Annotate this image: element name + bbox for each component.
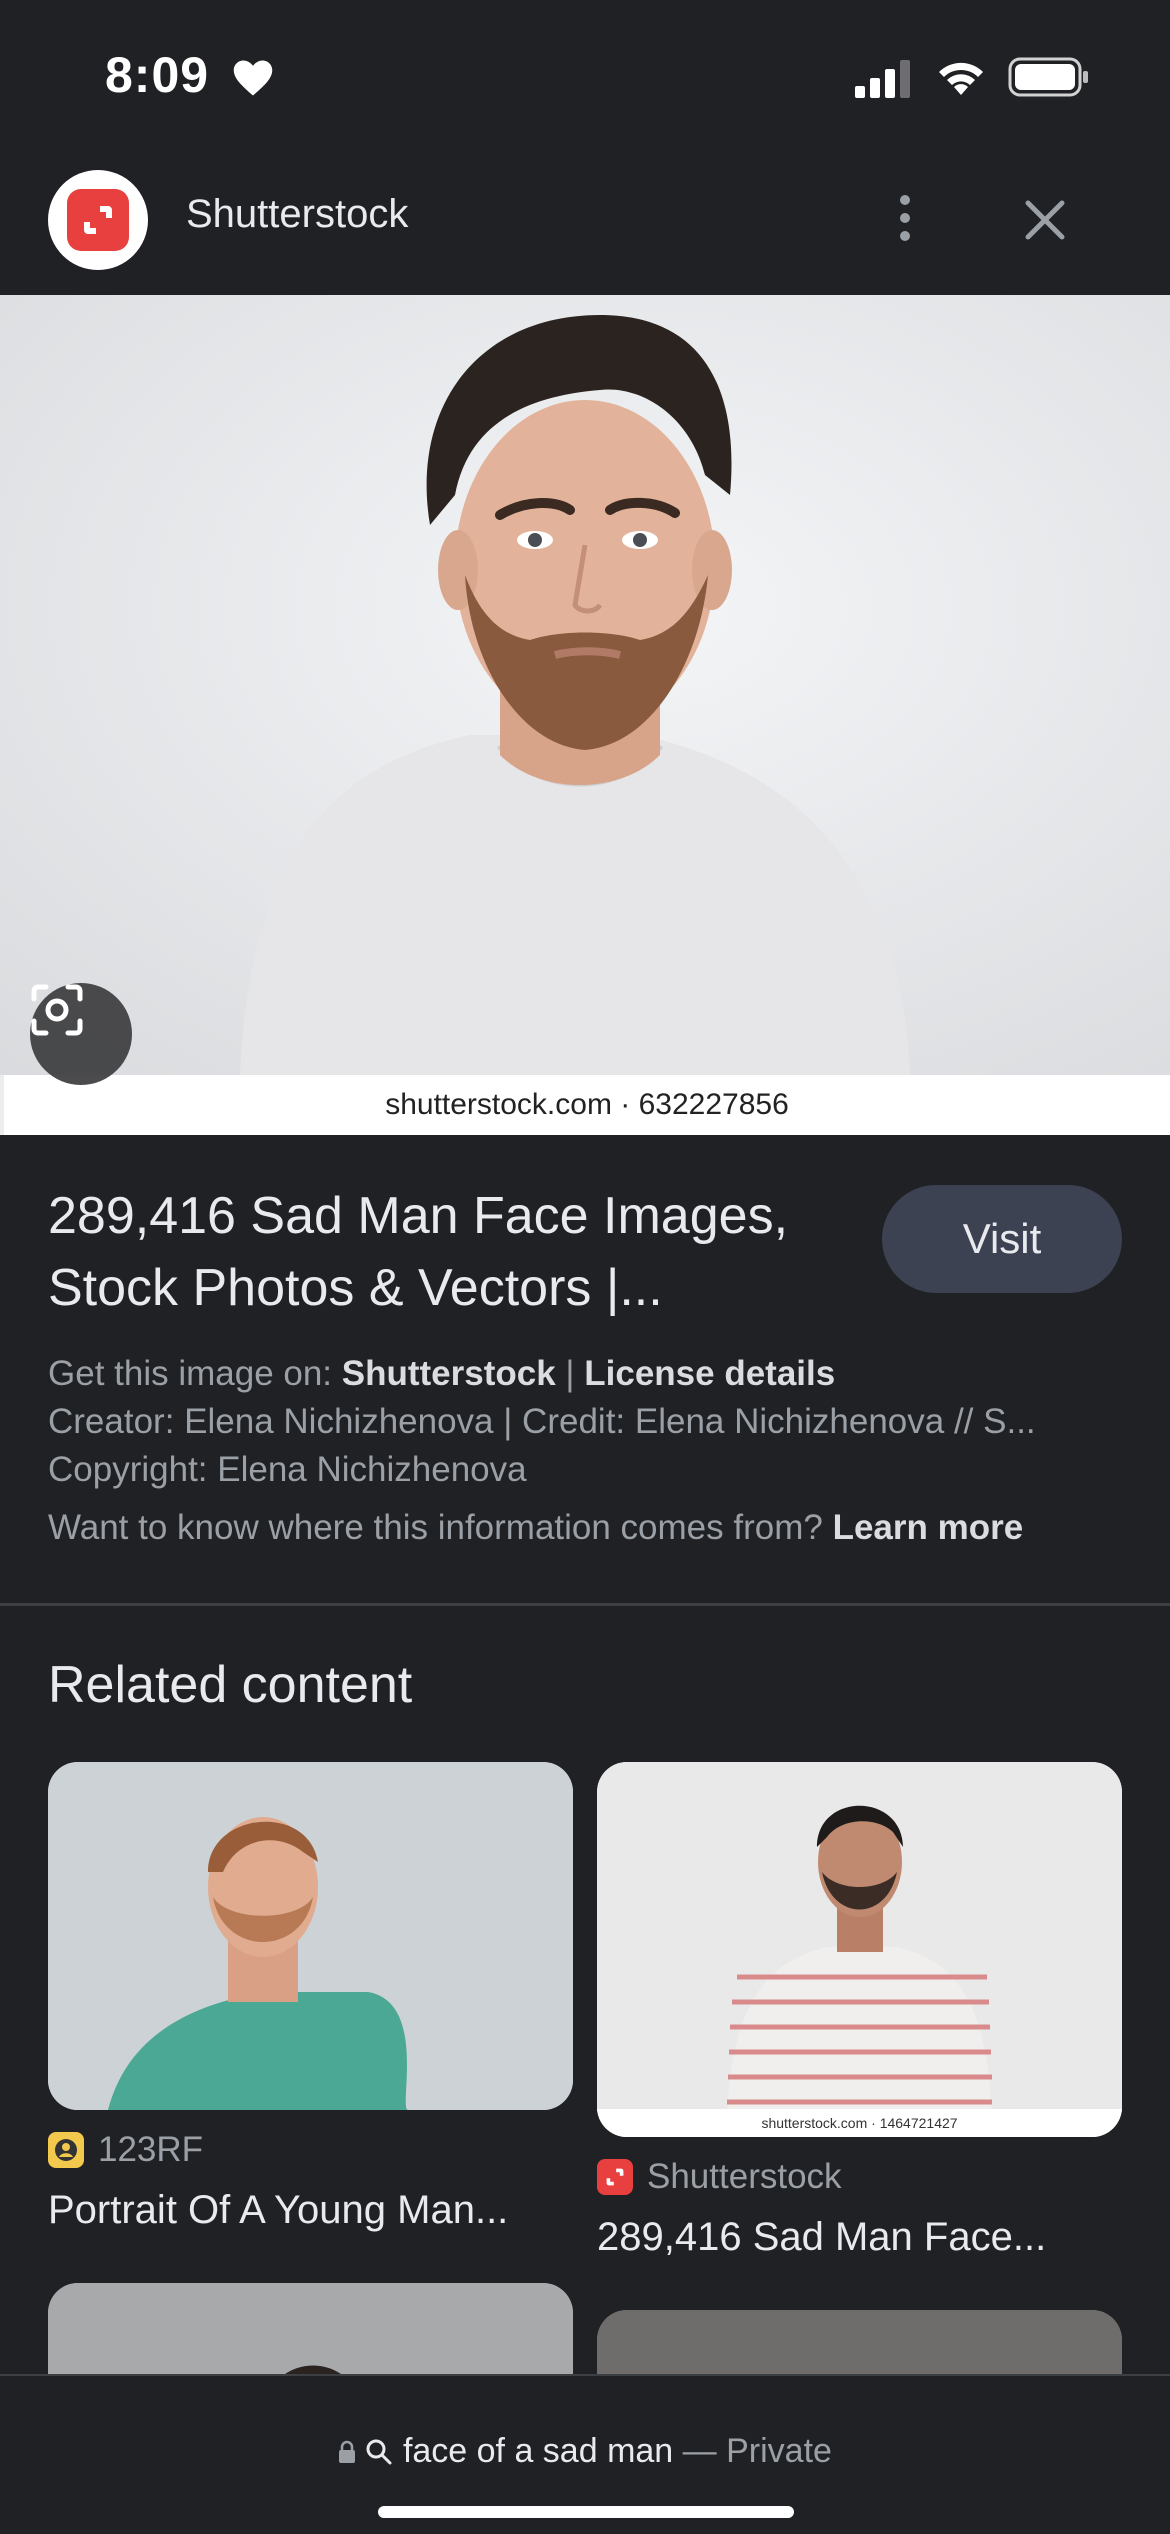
status-time: 8:09	[105, 47, 210, 103]
123rf-icon	[48, 2132, 84, 2168]
heart-icon	[233, 60, 273, 96]
viewer-header: Shutterstock	[0, 150, 1170, 295]
learn-more-link[interactable]: Learn more	[833, 1508, 1024, 1547]
cellular-signal-icon	[855, 60, 910, 98]
license-details-link[interactable]: License details	[584, 1354, 835, 1393]
lock-icon	[339, 2440, 356, 2463]
related-watermark-2: shutterstock.com · 1464721427	[597, 2109, 1122, 2137]
related-source-1[interactable]: 123RF	[48, 2130, 203, 2170]
shutterstock-logo-icon[interactable]	[48, 170, 148, 270]
related-title-1[interactable]: Portrait Of A Young Man...	[48, 2188, 573, 2233]
search-query: face of a sad man	[402, 2432, 674, 2470]
portrait-photo	[0, 295, 1170, 1075]
battery-icon	[1008, 57, 1088, 97]
creator-line: Creator: Elena Nichizhenova | Credit: El…	[48, 1402, 1036, 1441]
image-watermark: shutterstock.com · 632227856	[4, 1075, 1170, 1135]
home-indicator[interactable]	[378, 2506, 794, 2518]
get-image-line: Get this image on: Shutterstock | Licens…	[48, 1354, 836, 1393]
search-icon	[366, 2439, 392, 2465]
info-source-line: Want to know where this information come…	[48, 1508, 1024, 1547]
lens-icon	[31, 984, 83, 1036]
address-field[interactable]: face of a sad man — Private	[0, 2432, 1170, 2471]
visit-button[interactable]: Visit	[882, 1185, 1122, 1293]
source-link[interactable]: Shutterstock	[342, 1354, 556, 1393]
result-title[interactable]: 289,416 Sad Man Face Images, Stock Photo…	[48, 1180, 848, 1324]
more-options-icon[interactable]	[885, 188, 925, 248]
google-lens-button[interactable]	[30, 983, 132, 1085]
related-content-heading: Related content	[48, 1656, 413, 1714]
private-mode-label: Private	[726, 2432, 832, 2470]
related-image-2[interactable]: shutterstock.com · 1464721427	[597, 1762, 1122, 2137]
image-metadata: Get this image on: Shutterstock | Licens…	[48, 1350, 1128, 1552]
close-icon[interactable]	[1020, 195, 1070, 245]
main-image[interactable]: shutterstock.com · 632227856	[0, 295, 1170, 1135]
wifi-icon	[939, 62, 983, 95]
site-name[interactable]: Shutterstock	[186, 192, 408, 237]
browser-address-bar[interactable]: face of a sad man — Private	[0, 2374, 1170, 2534]
copyright-line: Copyright: Elena Nichizhenova	[48, 1450, 527, 1489]
section-divider	[0, 1603, 1170, 1606]
status-bar: 8:09	[0, 0, 1170, 150]
shutterstock-icon	[597, 2159, 633, 2195]
related-title-2[interactable]: 289,416 Sad Man Face...	[597, 2215, 1122, 2260]
related-source-2[interactable]: Shutterstock	[597, 2157, 842, 2197]
related-image-1[interactable]	[48, 1762, 573, 2110]
